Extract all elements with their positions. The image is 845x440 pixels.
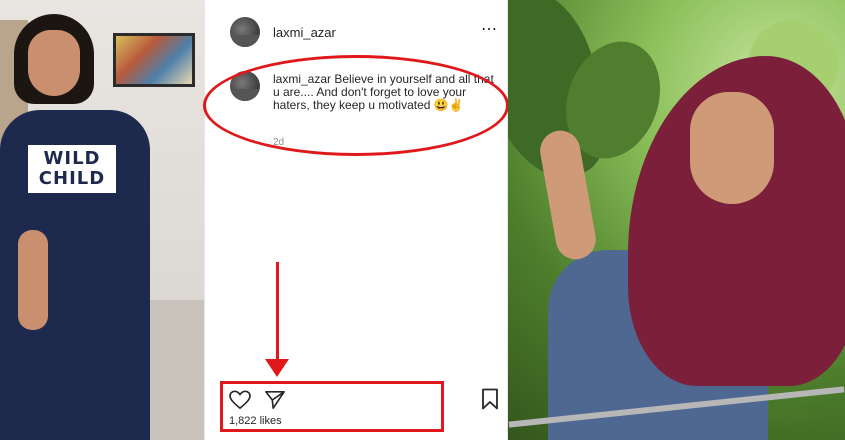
face: [690, 92, 774, 204]
bookmark-icon[interactable]: [481, 388, 499, 410]
shirt-print: WILD CHILD: [28, 145, 116, 193]
avatar[interactable]: [230, 17, 260, 47]
caption-highlight-oval: [203, 55, 509, 156]
actions-highlight-box: [220, 381, 444, 432]
post-header: laxmi_azar ⋯: [205, 0, 507, 60]
arm: [18, 230, 48, 330]
face: [28, 30, 80, 96]
left-photo: WILD CHILD: [0, 0, 204, 440]
wall-painting: [113, 33, 195, 87]
right-photo: [508, 0, 845, 440]
post-username[interactable]: laxmi_azar: [273, 25, 336, 40]
annotation-arrow-line: [276, 262, 279, 368]
more-options-icon[interactable]: ⋯: [481, 22, 498, 38]
annotation-arrow-head: [265, 359, 289, 377]
